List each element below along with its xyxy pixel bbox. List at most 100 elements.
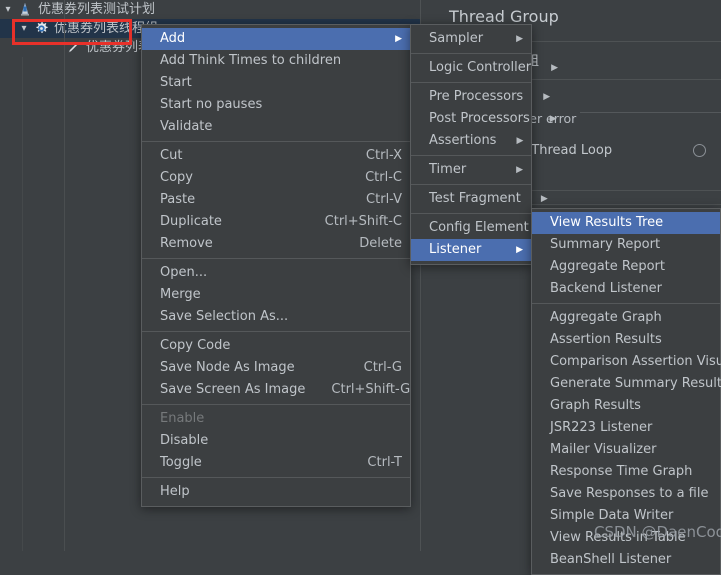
menu-item-open[interactable]: Open... — [142, 262, 410, 284]
menu-item-start[interactable]: Start — [142, 72, 410, 94]
menu-item-label: Save Responses to a file — [550, 486, 709, 501]
menu-item-add-think-times-to-children[interactable]: Add Think Times to children — [142, 50, 410, 72]
listener-menu-item-assertion-results[interactable]: Assertion Results — [532, 329, 720, 351]
menu-item-validate[interactable]: Validate — [142, 116, 410, 138]
menu-separator — [411, 155, 531, 156]
menu-item-label: Save Screen As Image — [160, 382, 306, 397]
menu-item-shortcut: Delete — [359, 236, 402, 251]
menu-separator — [411, 82, 531, 83]
listener-menu-item-summary-report[interactable]: Summary Report — [532, 234, 720, 256]
listener-menu-item-view-results-tree[interactable]: View Results Tree — [532, 212, 720, 234]
menu-item-copy-code[interactable]: Copy Code — [142, 335, 410, 357]
menu-item-toggle[interactable]: Toggle Ctrl-T — [142, 452, 410, 474]
menu-item-save-screen-as-image[interactable]: Save Screen As Image Ctrl+Shift-G — [142, 379, 410, 401]
listener-menu-item-beanshell-listener[interactable]: BeanShell Listener — [532, 549, 720, 571]
listener-submenu[interactable]: View Results Tree Summary Report Aggregate… — [531, 208, 721, 575]
menu-separator — [142, 258, 410, 259]
menu-item-help[interactable]: Help — [142, 481, 410, 503]
menu-item-label: Merge — [160, 287, 201, 302]
listener-menu-item-generate-summary-results[interactable]: Generate Summary Results — [532, 373, 721, 395]
menu-item-label: Listener — [429, 242, 482, 257]
add-menu-item-pre-processors[interactable]: Pre Processors ▶ — [411, 86, 550, 108]
chevron-right-icon: ▶ — [516, 136, 524, 146]
menu-separator — [142, 477, 410, 478]
menu-item-label: Disable — [160, 433, 209, 448]
listener-menu-item-mailer-visualizer[interactable]: Mailer Visualizer — [532, 439, 720, 461]
listener-menu-item-aggregate-report[interactable]: Aggregate Report — [532, 256, 720, 278]
menu-item-enable: Enable — [142, 408, 410, 430]
menu-item-start-no-pauses[interactable]: Start no pauses — [142, 94, 410, 116]
menu-item-label: Help — [160, 484, 190, 499]
menu-item-label: Remove — [160, 236, 213, 251]
menu-item-shortcut: Ctrl-X — [365, 148, 402, 163]
menu-item-label: Backend Listener — [550, 281, 663, 296]
menu-item-label: Copy Code — [160, 338, 231, 353]
chevron-right-icon: ▶ — [549, 114, 557, 124]
menu-item-label: JSR223 Listener — [550, 420, 653, 435]
menu-separator — [411, 184, 531, 185]
add-menu-item-post-processors[interactable]: Post Processors ▶ — [411, 108, 557, 130]
listener-menu-item-response-time-graph[interactable]: Response Time Graph — [532, 461, 720, 483]
menu-item-label: Add Think Times to children — [160, 53, 342, 68]
stop-thread-radio[interactable] — [693, 144, 706, 157]
context-menu[interactable]: Add ▶ Add Think Times to children Start Star… — [141, 24, 411, 507]
menu-item-label: BeanShell Listener — [550, 552, 672, 567]
menu-item-remove[interactable]: Remove Delete — [142, 233, 410, 255]
chevron-right-icon: ▶ — [395, 34, 402, 44]
menu-item-label: Start no pauses — [160, 97, 263, 112]
menu-item-label: Pre Processors — [429, 89, 524, 104]
menu-item-shortcut: Ctrl-C — [365, 170, 402, 185]
add-submenu[interactable]: Sampler ▶ Logic Controller ▶ Pre Processors ▶… — [410, 24, 558, 265]
chevron-right-icon: ▶ — [516, 34, 523, 44]
menu-item-shortcut: Ctrl+Shift-C — [324, 214, 402, 229]
menu-item-label: Validate — [160, 119, 213, 134]
add-menu-item-assertions[interactable]: Assertions ▶ — [411, 130, 531, 152]
menu-item-label: Copy — [160, 170, 193, 185]
menu-item-shortcut: Ctrl-G — [363, 360, 402, 375]
add-menu-item-config-element[interactable]: Config Element▶ — [411, 217, 556, 239]
menu-item-label: Response Time Graph — [550, 464, 693, 479]
chevron-right-icon: ▶ — [516, 165, 523, 175]
menu-item-label: Cut — [160, 148, 183, 163]
chevron-right-icon: ▶ — [543, 92, 551, 102]
listener-menu-item-comparison-assertion-visualizer[interactable]: Comparison Assertion Visualizer — [532, 351, 721, 373]
listener-menu-item-jsr223-listener[interactable]: JSR223 Listener — [532, 417, 720, 439]
menu-item-label: View Results Tree — [550, 215, 664, 230]
jmeter-window: ▾ 优惠券列表测试计划 ▾ 优惠券列表线程组 优惠券列表 Thread Grou… — [0, 0, 721, 575]
chevron-right-icon: ▶ — [551, 63, 558, 73]
listener-menu-item-aggregate-graph[interactable]: Aggregate Graph — [532, 307, 720, 329]
menu-item-shortcut: Ctrl+Shift-G — [331, 382, 411, 397]
listener-menu-item-graph-results[interactable]: Graph Results — [532, 395, 720, 417]
menu-item-merge[interactable]: Merge — [142, 284, 410, 306]
menu-item-save-node-as-image[interactable]: Save Node As Image Ctrl-G — [142, 357, 410, 379]
menu-item-label: Paste — [160, 192, 196, 207]
menu-item-label: Open... — [160, 265, 208, 280]
menu-item-label: Save Node As Image — [160, 360, 295, 375]
menu-item-label: Mailer Visualizer — [550, 442, 657, 457]
add-menu-item-sampler[interactable]: Sampler ▶ — [411, 28, 531, 50]
add-menu-item-listener[interactable]: Listener ▶ — [411, 239, 531, 261]
menu-item-label: Aggregate Graph — [550, 310, 662, 325]
listener-menu-item-save-responses-to-a-file[interactable]: Save Responses to a file — [532, 483, 720, 505]
menu-separator — [142, 404, 410, 405]
menu-item-duplicate[interactable]: Duplicate Ctrl+Shift-C — [142, 211, 410, 233]
menu-item-copy[interactable]: Copy Ctrl-C — [142, 167, 410, 189]
add-menu-item-logic-controller[interactable]: Logic Controller ▶ — [411, 57, 558, 79]
menu-item-label: Assertion Results — [550, 332, 662, 347]
menu-item-add[interactable]: Add ▶ — [142, 28, 410, 50]
menu-item-cut[interactable]: Cut Ctrl-X — [142, 145, 410, 167]
add-menu-item-timer[interactable]: Timer ▶ — [411, 159, 531, 181]
menu-item-paste[interactable]: Paste Ctrl-V — [142, 189, 410, 211]
menu-item-label: Add — [160, 31, 186, 46]
menu-item-label: Test Fragment — [429, 191, 521, 206]
menu-separator — [411, 213, 531, 214]
menu-item-label: Sampler — [429, 31, 484, 46]
menu-item-label: Comparison Assertion Visualizer — [550, 354, 721, 369]
add-menu-item-test-fragment[interactable]: Test Fragment ▶ — [411, 188, 548, 210]
menu-item-label: Toggle — [160, 455, 202, 470]
listener-menu-item-backend-listener[interactable]: Backend Listener — [532, 278, 720, 300]
menu-item-save-selection-as[interactable]: Save Selection As... — [142, 306, 410, 328]
menu-item-disable[interactable]: Disable — [142, 430, 410, 452]
menu-separator — [142, 141, 410, 142]
menu-item-label: Graph Results — [550, 398, 641, 413]
